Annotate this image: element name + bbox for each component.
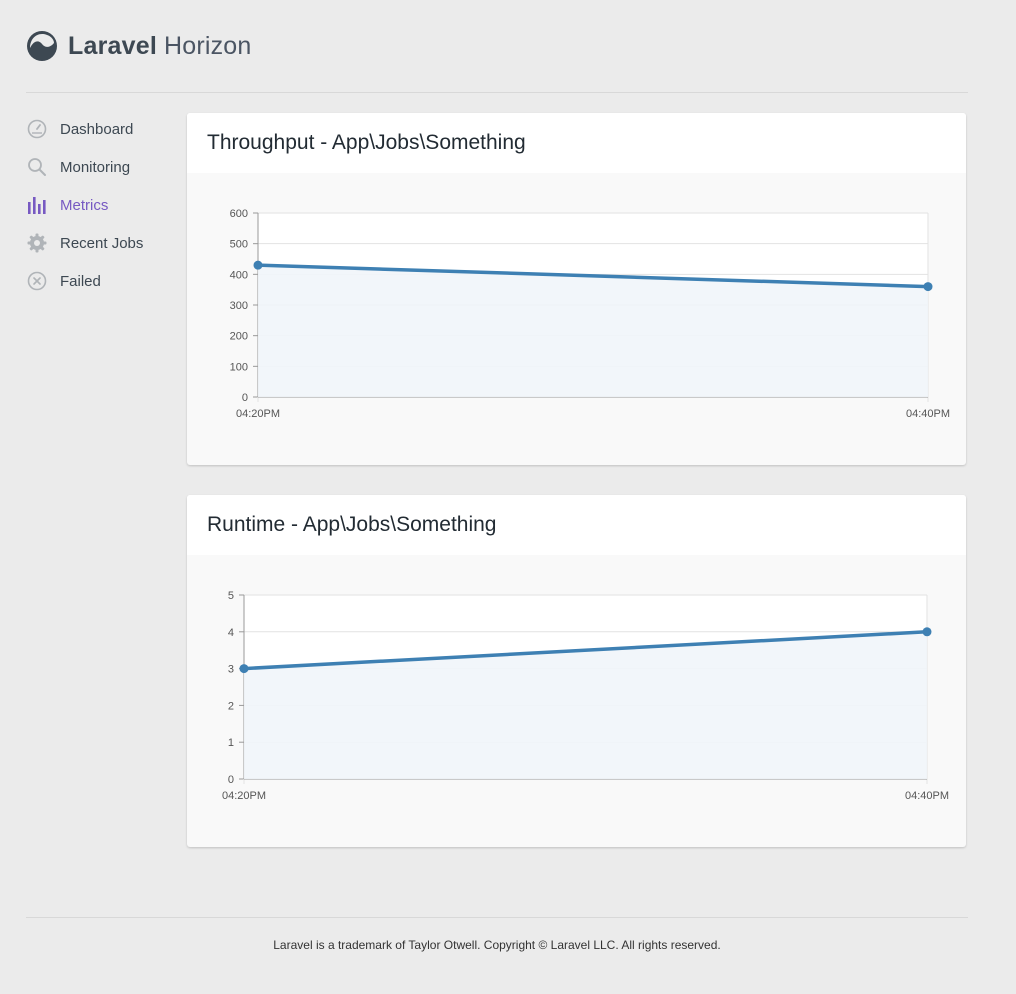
footer-text: Laravel is a trademark of Taylor Otwell.… <box>273 938 721 952</box>
throughput-card: Throughput - App\Jobs\Something 0 100 200 3… <box>187 113 966 465</box>
y-tick-label: 200 <box>230 331 248 343</box>
card-title: Throughput - App\Jobs\Something <box>187 113 966 173</box>
y-tick-label: 500 <box>230 239 248 251</box>
x-tick-label: 04:40PM <box>905 790 949 802</box>
sidebar-item-metrics[interactable]: Metrics <box>26 186 176 224</box>
y-tick-label: 4 <box>228 627 234 639</box>
x-circle-icon <box>26 270 48 292</box>
y-tick-label: 0 <box>242 392 248 404</box>
x-tick-label: 04:20PM <box>222 790 266 802</box>
gear-icon <box>26 232 48 254</box>
card-title: Runtime - App\Jobs\Something <box>187 495 966 555</box>
sidebar-item-dashboard[interactable]: Dashboard <box>26 110 176 148</box>
data-point <box>922 627 932 637</box>
speedometer-icon <box>26 118 48 140</box>
sidebar-item-label: Monitoring <box>60 158 131 176</box>
sidebar-item-monitoring[interactable]: Monitoring <box>26 148 176 186</box>
y-tick-label: 2 <box>228 700 234 712</box>
x-tick-label: 04:40PM <box>906 408 950 420</box>
sidebar-item-failed[interactable]: Failed <box>26 262 176 300</box>
sidebar-item-label: Recent Jobs <box>60 234 144 252</box>
bar-chart-icon <box>26 194 48 216</box>
y-tick-label: 300 <box>230 300 248 312</box>
horizon-logo-icon[interactable] <box>26 30 58 62</box>
sidebar-item-label: Metrics <box>60 196 109 214</box>
sidebar-item-recent-jobs[interactable]: Recent Jobs <box>26 224 176 262</box>
y-tick-label: 1 <box>228 737 234 749</box>
y-tick-label: 400 <box>230 269 248 281</box>
y-tick-label: 5 <box>228 590 234 602</box>
y-tick-label: 600 <box>230 208 248 220</box>
throughput-chart-container: 0 100 200 300 400 500 600 04:20PM 04:40PM <box>187 173 966 465</box>
footer-divider <box>26 917 968 918</box>
app-header: Laravel Horizon <box>26 28 252 64</box>
runtime-chart-container: 0 1 2 3 4 5 04:20PM 04:40PM <box>187 555 966 847</box>
brand-name-bold: Laravel <box>68 31 157 60</box>
sidebar-item-label: Failed <box>60 272 101 290</box>
y-tick-label: 0 <box>228 774 234 786</box>
brand-title[interactable]: Laravel Horizon <box>68 32 252 61</box>
header-divider <box>26 92 968 93</box>
brand-name-light: Horizon <box>163 31 252 60</box>
data-point <box>253 260 263 270</box>
sidebar-item-label: Dashboard <box>60 120 134 138</box>
sidebar: Dashboard Monitoring Metrics Recent Jobs… <box>26 110 176 300</box>
data-point <box>923 282 933 292</box>
y-tick-label: 100 <box>230 361 248 373</box>
search-icon <box>26 156 48 178</box>
throughput-chart: 0 100 200 300 400 500 600 04:20PM 04:40PM <box>230 208 950 420</box>
y-tick-label: 3 <box>228 664 234 676</box>
x-tick-label: 04:20PM <box>236 408 280 420</box>
data-point <box>239 664 249 674</box>
runtime-card: Runtime - App\Jobs\Something 0 1 2 3 4 5 04:20… <box>187 495 966 847</box>
runtime-chart: 0 1 2 3 4 5 04:20PM 04:40PM <box>222 590 949 802</box>
